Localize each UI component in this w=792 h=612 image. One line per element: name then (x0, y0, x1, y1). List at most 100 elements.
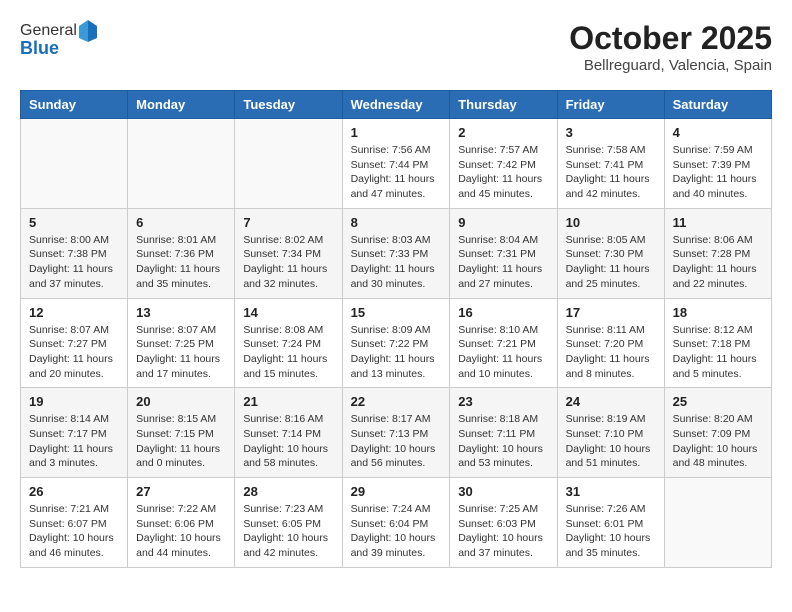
day-info: Sunrise: 8:03 AMSunset: 7:33 PMDaylight:… (351, 233, 442, 292)
day-number: 19 (29, 394, 119, 409)
day-info: Sunrise: 7:57 AMSunset: 7:42 PMDaylight:… (458, 143, 548, 202)
day-info: Sunrise: 7:59 AMSunset: 7:39 PMDaylight:… (673, 143, 763, 202)
calendar-week-row: 26Sunrise: 7:21 AMSunset: 6:07 PMDayligh… (21, 478, 772, 568)
day-number: 3 (566, 125, 656, 140)
day-info: Sunrise: 8:19 AMSunset: 7:10 PMDaylight:… (566, 412, 656, 471)
title-block: October 2025 Bellreguard, Valencia, Spai… (569, 20, 772, 74)
day-info: Sunrise: 8:06 AMSunset: 7:28 PMDaylight:… (673, 233, 763, 292)
table-cell (128, 119, 235, 209)
day-number: 21 (243, 394, 333, 409)
day-number: 12 (29, 305, 119, 320)
day-info: Sunrise: 8:18 AMSunset: 7:11 PMDaylight:… (458, 412, 548, 471)
day-info: Sunrise: 8:07 AMSunset: 7:27 PMDaylight:… (29, 323, 119, 382)
table-cell: 22 Sunrise: 8:17 AMSunset: 7:13 PMDayligh… (342, 388, 450, 478)
day-number: 22 (351, 394, 442, 409)
day-number: 31 (566, 484, 656, 499)
day-info: Sunrise: 8:09 AMSunset: 7:22 PMDaylight:… (351, 323, 442, 382)
table-cell: 29Sunrise: 7:24 AMSunset: 6:04 PMDayligh… (342, 478, 450, 568)
table-cell: 2Sunrise: 7:57 AMSunset: 7:42 PMDaylight… (450, 119, 557, 209)
calendar-week-row: 5 Sunrise: 8:00 AMSunset: 7:38 PMDaylight… (21, 208, 772, 298)
day-info: Sunrise: 8:08 AMSunset: 7:24 PMDaylight:… (243, 323, 333, 382)
col-thursday: Thursday (450, 91, 557, 119)
day-number: 1 (351, 125, 442, 140)
day-number: 24 (566, 394, 656, 409)
day-info: Sunrise: 8:15 AMSunset: 7:15 PMDaylight:… (136, 412, 226, 471)
day-number: 17 (566, 305, 656, 320)
table-cell: 18 Sunrise: 8:12 AMSunset: 7:18 PMDayligh… (664, 298, 771, 388)
location-subtitle: Bellreguard, Valencia, Spain (569, 57, 772, 74)
day-number: 6 (136, 215, 226, 230)
day-number: 14 (243, 305, 333, 320)
day-number: 18 (673, 305, 763, 320)
table-cell: 9 Sunrise: 8:04 AMSunset: 7:31 PMDaylight… (450, 208, 557, 298)
day-number: 29 (351, 484, 442, 499)
table-cell: 25 Sunrise: 8:20 AMSunset: 7:09 PMDayligh… (664, 388, 771, 478)
day-number: 23 (458, 394, 548, 409)
day-number: 26 (29, 484, 119, 499)
table-cell: 17Sunrise: 8:11 AMSunset: 7:20 PMDayligh… (557, 298, 664, 388)
day-number: 25 (673, 394, 763, 409)
calendar-week-row: 12 Sunrise: 8:07 AMSunset: 7:27 PMDayligh… (21, 298, 772, 388)
table-cell: 13Sunrise: 8:07 AMSunset: 7:25 PMDayligh… (128, 298, 235, 388)
day-number: 5 (29, 215, 119, 230)
page-header: General Blue October 2025 Bellreguard, V… (20, 20, 772, 74)
col-tuesday: Tuesday (235, 91, 342, 119)
day-info: Sunrise: 7:22 AMSunset: 6:06 PMDaylight:… (136, 502, 226, 561)
day-number: 9 (458, 215, 548, 230)
table-cell: 30 Sunrise: 7:25 AMSunset: 6:03 PMDayligh… (450, 478, 557, 568)
day-number: 28 (243, 484, 333, 499)
table-cell: 12 Sunrise: 8:07 AMSunset: 7:27 PMDayligh… (21, 298, 128, 388)
day-number: 10 (566, 215, 656, 230)
table-cell: 27 Sunrise: 7:22 AMSunset: 6:06 PMDayligh… (128, 478, 235, 568)
day-info: Sunrise: 8:07 AMSunset: 7:25 PMDaylight:… (136, 323, 226, 382)
day-info: Sunrise: 8:17 AMSunset: 7:13 PMDaylight:… (351, 412, 442, 471)
logo: General Blue (20, 20, 101, 59)
day-info: Sunrise: 7:23 AMSunset: 6:05 PMDaylight:… (243, 502, 333, 561)
table-cell: 5 Sunrise: 8:00 AMSunset: 7:38 PMDaylight… (21, 208, 128, 298)
table-cell: 10 Sunrise: 8:05 AMSunset: 7:30 PMDayligh… (557, 208, 664, 298)
table-cell: 14 Sunrise: 8:08 AMSunset: 7:24 PMDayligh… (235, 298, 342, 388)
day-info: Sunrise: 8:10 AMSunset: 7:21 PMDaylight:… (458, 323, 548, 382)
table-cell: 20 Sunrise: 8:15 AMSunset: 7:15 PMDayligh… (128, 388, 235, 478)
day-number: 11 (673, 215, 763, 230)
table-cell: 6Sunrise: 8:01 AMSunset: 7:36 PMDaylight… (128, 208, 235, 298)
day-info: Sunrise: 7:56 AMSunset: 7:44 PMDaylight:… (351, 143, 442, 202)
col-saturday: Saturday (664, 91, 771, 119)
day-info: Sunrise: 7:25 AMSunset: 6:03 PMDaylight:… (458, 502, 548, 561)
day-info: Sunrise: 8:00 AMSunset: 7:38 PMDaylight:… (29, 233, 119, 292)
day-info: Sunrise: 7:26 AMSunset: 6:01 PMDaylight:… (566, 502, 656, 561)
table-cell (664, 478, 771, 568)
calendar-week-row: 19 Sunrise: 8:14 AMSunset: 7:17 PMDayligh… (21, 388, 772, 478)
table-cell: 26Sunrise: 7:21 AMSunset: 6:07 PMDayligh… (21, 478, 128, 568)
day-info: Sunrise: 8:20 AMSunset: 7:09 PMDaylight:… (673, 412, 763, 471)
day-info: Sunrise: 8:04 AMSunset: 7:31 PMDaylight:… (458, 233, 548, 292)
calendar-week-row: 1 Sunrise: 7:56 AMSunset: 7:44 PMDaylight… (21, 119, 772, 209)
table-cell (235, 119, 342, 209)
col-wednesday: Wednesday (342, 91, 450, 119)
table-cell: 23 Sunrise: 8:18 AMSunset: 7:11 PMDayligh… (450, 388, 557, 478)
day-info: Sunrise: 8:12 AMSunset: 7:18 PMDaylight:… (673, 323, 763, 382)
table-cell: 16 Sunrise: 8:10 AMSunset: 7:21 PMDayligh… (450, 298, 557, 388)
logo-icon (79, 20, 97, 42)
table-cell: 19 Sunrise: 8:14 AMSunset: 7:17 PMDayligh… (21, 388, 128, 478)
table-cell: 11 Sunrise: 8:06 AMSunset: 7:28 PMDayligh… (664, 208, 771, 298)
table-cell: 8Sunrise: 8:03 AMSunset: 7:33 PMDaylight… (342, 208, 450, 298)
day-info: Sunrise: 7:58 AMSunset: 7:41 PMDaylight:… (566, 143, 656, 202)
day-number: 15 (351, 305, 442, 320)
day-info: Sunrise: 8:16 AMSunset: 7:14 PMDaylight:… (243, 412, 333, 471)
day-info: Sunrise: 8:02 AMSunset: 7:34 PMDaylight:… (243, 233, 333, 292)
day-info: Sunrise: 8:05 AMSunset: 7:30 PMDaylight:… (566, 233, 656, 292)
col-monday: Monday (128, 91, 235, 119)
table-cell: 4Sunrise: 7:59 AMSunset: 7:39 PMDaylight… (664, 119, 771, 209)
day-number: 20 (136, 394, 226, 409)
col-friday: Friday (557, 91, 664, 119)
month-title: October 2025 (569, 20, 772, 57)
day-number: 30 (458, 484, 548, 499)
day-number: 27 (136, 484, 226, 499)
day-number: 16 (458, 305, 548, 320)
table-cell: 21 Sunrise: 8:16 AMSunset: 7:14 PMDayligh… (235, 388, 342, 478)
calendar-table: Sunday Monday Tuesday Wednesday Thursday… (20, 90, 772, 568)
calendar-header-row: Sunday Monday Tuesday Wednesday Thursday… (21, 91, 772, 119)
day-info: Sunrise: 8:14 AMSunset: 7:17 PMDaylight:… (29, 412, 119, 471)
table-cell: 15 Sunrise: 8:09 AMSunset: 7:22 PMDayligh… (342, 298, 450, 388)
